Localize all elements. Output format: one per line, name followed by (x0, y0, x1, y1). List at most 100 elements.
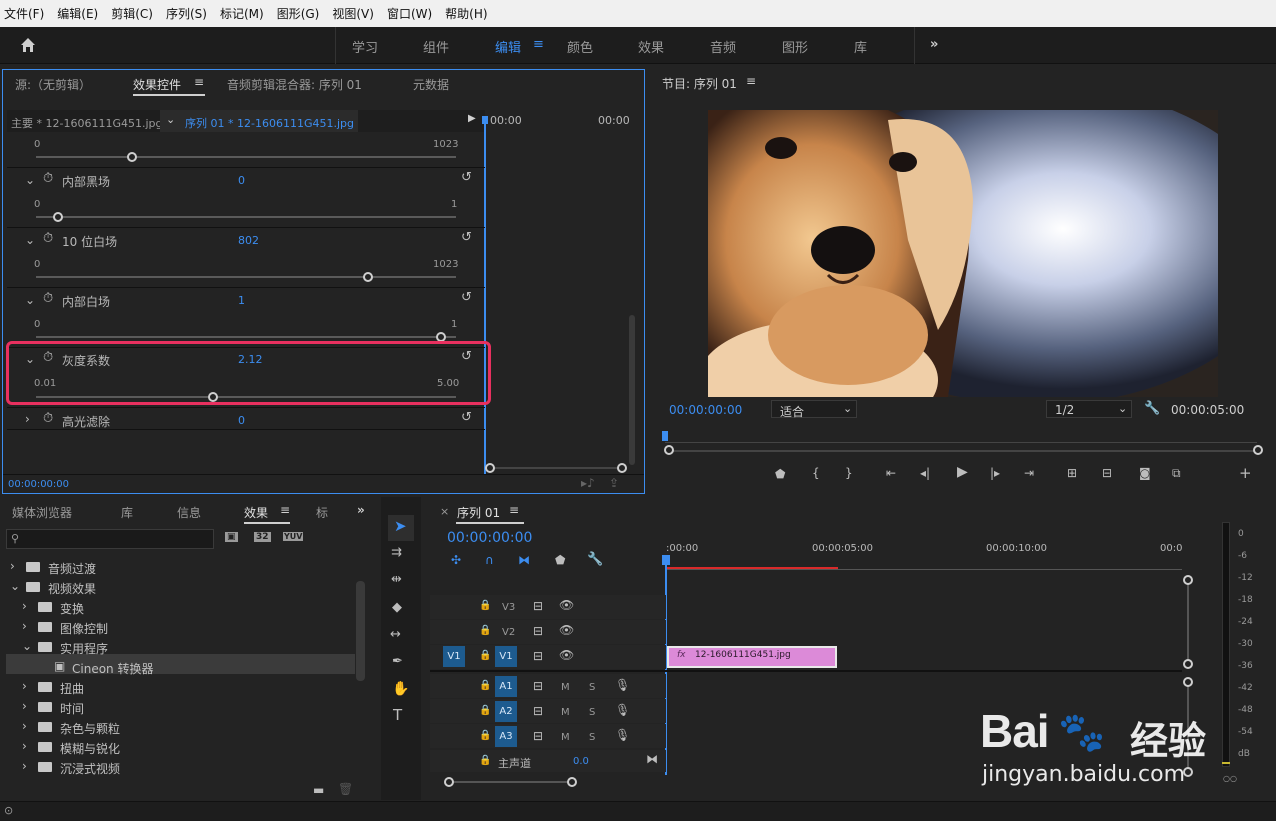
playhead-marker[interactable] (482, 116, 488, 124)
tree-item[interactable]: 视频效果 (48, 580, 96, 597)
program-timecode[interactable]: 00:00:00:00 (669, 403, 742, 417)
linked-selection-icon[interactable]: ⧓ (518, 554, 530, 566)
reset-icon[interactable]: ↺ (461, 231, 472, 244)
yuv-badge[interactable]: YUV (283, 532, 304, 541)
stopwatch-icon[interactable]: ⏱ (43, 292, 53, 305)
slider-knob[interactable] (363, 272, 373, 282)
wrench-icon[interactable]: 🔧 (1144, 401, 1160, 416)
tree-expand-icon[interactable]: › (22, 599, 27, 613)
sync-lock-icon[interactable]: ⊟ (533, 705, 543, 717)
selection-tool-icon[interactable]: ➤ (394, 519, 407, 534)
stopwatch-icon[interactable]: ⏱ (43, 232, 53, 245)
mark-in-icon[interactable]: { (812, 467, 820, 479)
slip-icon[interactable]: ↔ (390, 628, 401, 641)
sync-lock-icon[interactable]: ⊟ (533, 680, 543, 692)
effects-search-input[interactable]: ⚲ (6, 529, 214, 549)
slider-track[interactable] (36, 216, 456, 218)
expand-chevron-icon[interactable]: ⌄ (25, 234, 35, 246)
timeline-timecode[interactable]: 00:00:00:00 (447, 530, 532, 546)
panel-menu-icon[interactable]: ≡ (509, 503, 519, 517)
work-area-bar[interactable] (666, 567, 838, 569)
camera-icon[interactable]: ◙ (1139, 467, 1151, 479)
nest-icon[interactable]: ✣ (451, 554, 461, 566)
eye-icon[interactable]: 👁 (559, 649, 574, 661)
playhead-line[interactable] (484, 119, 486, 475)
solo-button[interactable]: S (589, 682, 595, 693)
param-value[interactable]: 1 (238, 294, 245, 307)
solo-button[interactable]: S (589, 707, 595, 718)
timeline-playhead-head[interactable] (662, 555, 670, 565)
timeline-ruler[interactable] (666, 569, 1182, 570)
menu-help[interactable]: 帮助(H) (445, 5, 487, 22)
reset-icon[interactable]: ↺ (461, 291, 472, 304)
menu-marker[interactable]: 标记(M) (220, 5, 264, 22)
mute-button[interactable]: M (561, 732, 570, 743)
effect-timecode[interactable]: 00:00:00:00 (8, 479, 69, 490)
add-marker-icon[interactable]: ⬟ (555, 554, 565, 566)
tree-expand-icon[interactable]: › (22, 679, 27, 693)
slider-knob[interactable] (127, 152, 137, 162)
tab-media-browser[interactable]: 媒体浏览器 (12, 504, 72, 521)
eye-icon[interactable]: 👁 (559, 599, 574, 611)
master-clip-label[interactable]: 主要 * 12-1606111G451.jpg (11, 115, 163, 131)
tree-expand-icon[interactable]: › (10, 559, 15, 573)
menu-edit[interactable]: 编辑(E) (57, 5, 98, 22)
more-tabs-icon[interactable]: » (357, 503, 365, 517)
razor-icon[interactable]: ◆ (392, 601, 402, 614)
add-button-icon[interactable]: + (1239, 466, 1252, 481)
param-value[interactable]: 0 (238, 174, 245, 187)
video-frame[interactable] (708, 110, 1218, 397)
tab-source[interactable]: 源:（无剪辑） (15, 76, 91, 93)
tree-item[interactable]: 变换 (60, 600, 84, 617)
lock-icon[interactable]: 🔒 (479, 601, 491, 611)
compare-icon[interactable]: ⧉ (1172, 467, 1181, 479)
menu-graphics[interactable]: 图形(G) (277, 5, 320, 22)
track-a3[interactable]: A3 (495, 726, 517, 747)
expand-chevron-icon[interactable]: ⌄ (25, 174, 35, 186)
stopwatch-icon[interactable]: ⏱ (43, 412, 53, 425)
tab-menu-icon[interactable]: ≡ (194, 75, 204, 89)
menu-clip[interactable]: 剪辑(C) (111, 5, 153, 22)
fit-dropdown[interactable]: 适合 ⌄ (771, 400, 857, 419)
tree-item[interactable]: 图像控制 (60, 620, 108, 637)
workspace-color[interactable]: 颜色 (567, 37, 593, 56)
video-vscrollbar[interactable] (1187, 581, 1189, 665)
tab-effect-controls[interactable]: 效果控件 (133, 76, 181, 93)
tree-scrollbar[interactable] (356, 581, 365, 681)
slider-track[interactable] (36, 276, 456, 278)
tab-libraries[interactable]: 库 (121, 504, 133, 521)
source-v1[interactable]: V1 (443, 646, 465, 667)
reset-icon[interactable]: ↺ (461, 350, 472, 363)
pen-icon[interactable]: ✒ (392, 655, 403, 668)
more-workspaces-icon[interactable]: » (930, 37, 938, 52)
workspace-libraries[interactable]: 库 (854, 37, 867, 56)
new-folder-icon[interactable]: ▬ (313, 783, 324, 797)
video-clip[interactable]: fx 12-1606111G451.jpg (667, 646, 837, 668)
workspace-graphics[interactable]: 图形 (782, 37, 808, 56)
trash-icon[interactable]: 🗑 (338, 782, 353, 796)
accelerated-effects-icon[interactable]: ▣ (225, 532, 238, 542)
panel-menu-icon[interactable]: ≡ (746, 74, 756, 88)
expand-chevron-icon[interactable]: ⌄ (25, 353, 35, 365)
snap-icon[interactable]: ∩ (485, 554, 494, 566)
tree-item[interactable]: 扭曲 (60, 680, 84, 697)
step-back-icon[interactable]: ◂| (920, 467, 930, 479)
settings-wrench-icon[interactable]: 🔧 (587, 553, 603, 566)
audio-icon[interactable]: ▸♪ (581, 477, 595, 489)
track-v3[interactable]: V3 (502, 602, 515, 613)
chevron-down-icon[interactable]: ⌄ (166, 113, 175, 126)
tab-effects[interactable]: 效果 (244, 504, 268, 521)
track-a2[interactable]: A2 (495, 701, 517, 722)
home-icon[interactable] (19, 36, 37, 54)
tab-audio-mixer[interactable]: 音频剪辑混合器: 序列 01 (227, 76, 362, 93)
master-volume[interactable]: 0.0 (573, 756, 589, 767)
reset-icon[interactable]: ↺ (461, 171, 472, 184)
lock-icon[interactable]: 🔒 (479, 706, 491, 716)
go-to-out-icon[interactable]: ⇥ (1024, 467, 1034, 479)
track-select-icon[interactable]: ⇉ (391, 546, 402, 559)
export-icon[interactable]: ⇪ (609, 477, 619, 489)
workspace-editing[interactable]: 编辑 (495, 37, 521, 56)
solo-button[interactable]: S (589, 732, 595, 743)
ripple-edit-icon[interactable]: ⇹ (391, 573, 402, 586)
tree-expand-icon[interactable]: › (22, 619, 27, 633)
